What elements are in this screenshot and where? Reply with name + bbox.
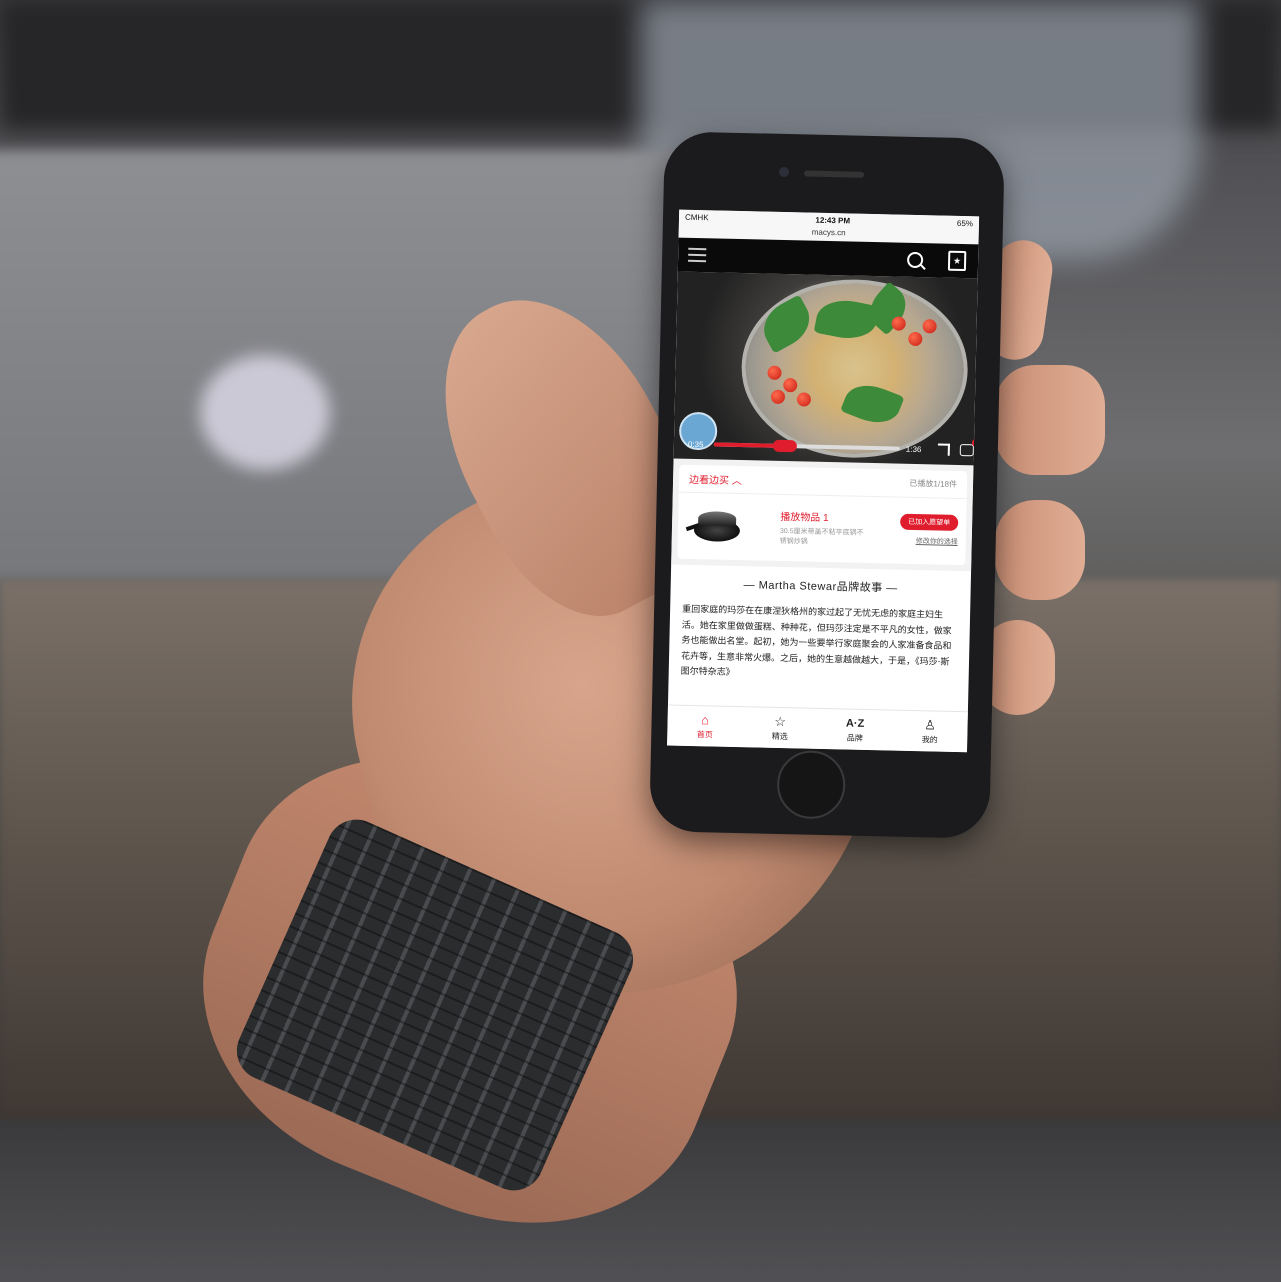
brand-story-section: — Martha Stewar品牌故事 — 重回家庭的玛莎在在康涅狄格州的家过起… [668, 564, 971, 701]
shopping-bag-icon[interactable]: ★ [947, 250, 967, 272]
fullscreen-icon[interactable] [937, 443, 950, 456]
cart-count-badge: 1 [971, 438, 978, 448]
watch-and-buy-label: 边看边买 [688, 474, 730, 487]
bottom-tab-bar: ⌂ 首页 ☆ 精选 A·Z 品牌 ♙ 我的 [667, 704, 968, 753]
tab-brands[interactable]: A·Z 品牌 [817, 709, 893, 751]
tab-label: 精选 [771, 731, 788, 741]
cart-icon[interactable]: 1 [959, 438, 978, 457]
video-player[interactable]: 0:35 1:36 1 [673, 271, 978, 466]
played-count: 已播放1/18件 [909, 478, 958, 489]
tab-home[interactable]: ⌂ 首页 [667, 705, 743, 747]
watch-and-buy-panel: 边看边买 ︿ 已播放1/18件 播放物品 1 30.5厘米带盖不粘平底锅不锈钢炒… [671, 458, 974, 572]
current-time: 0:35 [687, 439, 704, 449]
tab-featured[interactable]: ☆ 精选 [742, 707, 818, 749]
product-actions: 已加入愿望单 修改你的选择 [900, 513, 959, 547]
finger [995, 500, 1085, 600]
duration: 1:36 [905, 444, 922, 454]
tab-label: 我的 [921, 734, 938, 745]
person-icon: ♙ [924, 716, 937, 733]
front-camera [778, 166, 790, 178]
tab-label: 品牌 [846, 733, 863, 743]
search-icon[interactable] [906, 251, 924, 269]
finger [995, 365, 1105, 475]
brand-story-title: — Martha Stewar品牌故事 — [743, 579, 898, 595]
battery-label: 65% [956, 218, 974, 228]
products-card: 边看边买 ︿ 已播放1/18件 播放物品 1 30.5厘米带盖不粘平底锅不锈钢炒… [677, 464, 968, 566]
time-label: 12:43 PM [815, 215, 851, 225]
chevron-up-icon: ︿ [731, 475, 742, 488]
az-icon: A·Z [845, 716, 865, 730]
star-icon: ☆ [774, 713, 787, 729]
home-icon: ⌂ [701, 711, 710, 727]
video-progress-bar[interactable] [713, 439, 900, 453]
added-to-wishlist-button[interactable]: 已加入愿望单 [900, 513, 959, 531]
phone-screen: CMHK 12:43 PM 65% macys.cn ★ 0:35 1:36 1… [667, 209, 980, 753]
smartphone: CMHK 12:43 PM 65% macys.cn ★ 0:35 1:36 1… [649, 131, 1005, 839]
carrier-label: CMHK [684, 212, 709, 222]
product-info: 播放物品 1 30.5厘米带盖不粘平底锅不锈钢炒锅 [780, 507, 901, 549]
video-progress-knob[interactable] [772, 439, 797, 453]
product-title: 播放物品 1 [780, 511, 829, 524]
frying-pan-image [685, 505, 745, 546]
earpiece-speaker [803, 170, 865, 178]
product-description: 30.5厘米带盖不粘平底锅不锈钢炒锅 [779, 527, 864, 546]
change-selection-link[interactable]: 修改你的选择 [916, 536, 958, 547]
brand-story-text: 重回家庭的玛莎在在康涅狄格州的家过起了无忧无虑的家庭主妇生活。她在家里做做蛋糕、… [680, 604, 952, 678]
tab-label: 首页 [696, 729, 713, 739]
product-item[interactable]: 播放物品 1 30.5厘米带盖不粘平底锅不锈钢炒锅 已加入愿望单 修改你的选择 [677, 493, 966, 566]
tab-me[interactable]: ♙ 我的 [892, 711, 968, 753]
apple-logo [200, 355, 330, 470]
home-button[interactable] [776, 749, 846, 820]
watch-and-buy-toggle[interactable]: 边看边买 ︿ [689, 471, 742, 487]
menu-icon[interactable] [688, 247, 707, 263]
